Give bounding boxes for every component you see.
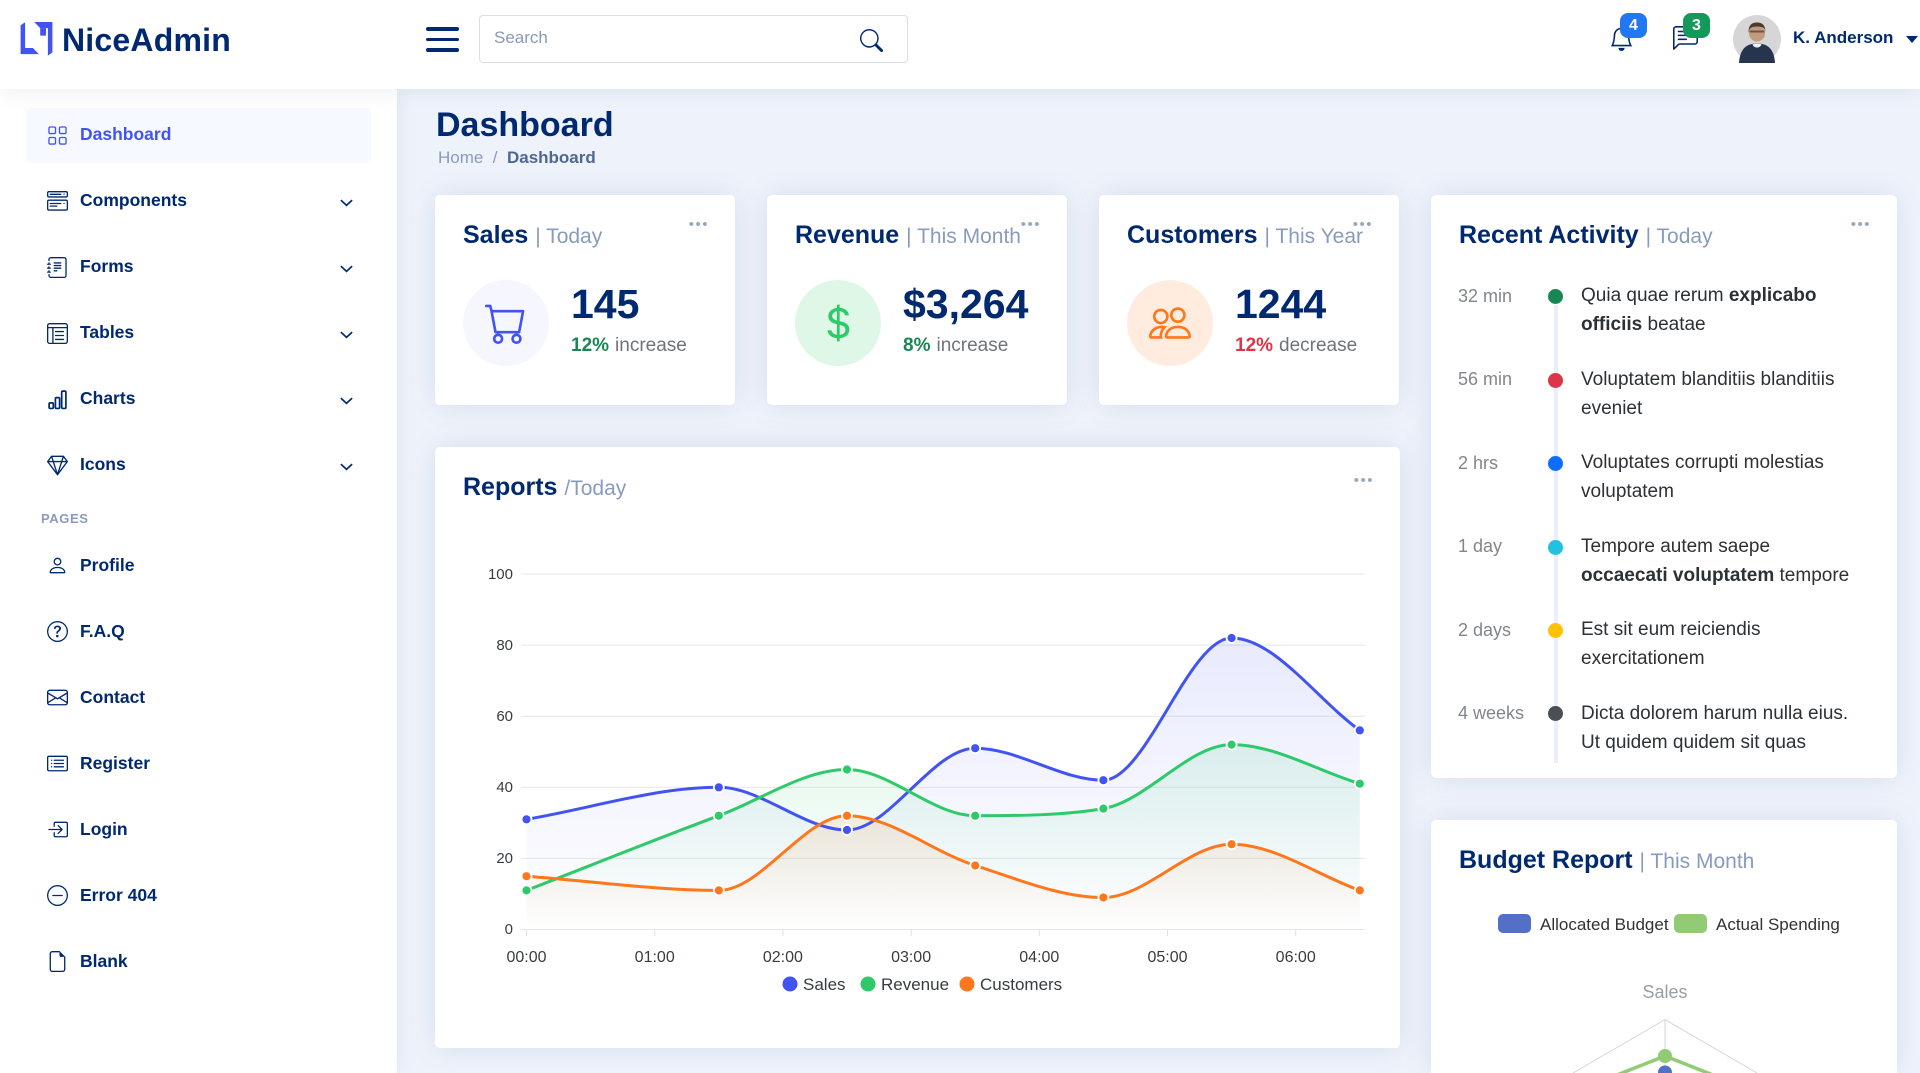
svg-text:00:00: 00:00: [506, 949, 546, 966]
svg-text:Sales: Sales: [803, 975, 846, 994]
svg-text:0: 0: [505, 921, 513, 938]
svg-text:40: 40: [496, 779, 513, 796]
svg-text:01:00: 01:00: [635, 949, 675, 966]
svg-text:20: 20: [496, 850, 513, 867]
svg-text:60: 60: [496, 708, 513, 725]
svg-text:05:00: 05:00: [1147, 949, 1187, 966]
svg-text:06:00: 06:00: [1276, 949, 1316, 966]
svg-text:100: 100: [488, 566, 513, 583]
svg-text:04:00: 04:00: [1019, 949, 1059, 966]
svg-text:Sales: Sales: [1642, 982, 1687, 1002]
svg-text:03:00: 03:00: [891, 949, 931, 966]
svg-text:02:00: 02:00: [763, 949, 803, 966]
svg-text:Customers: Customers: [980, 975, 1062, 994]
svg-text:80: 80: [496, 637, 513, 654]
svg-text:Revenue: Revenue: [881, 975, 949, 994]
